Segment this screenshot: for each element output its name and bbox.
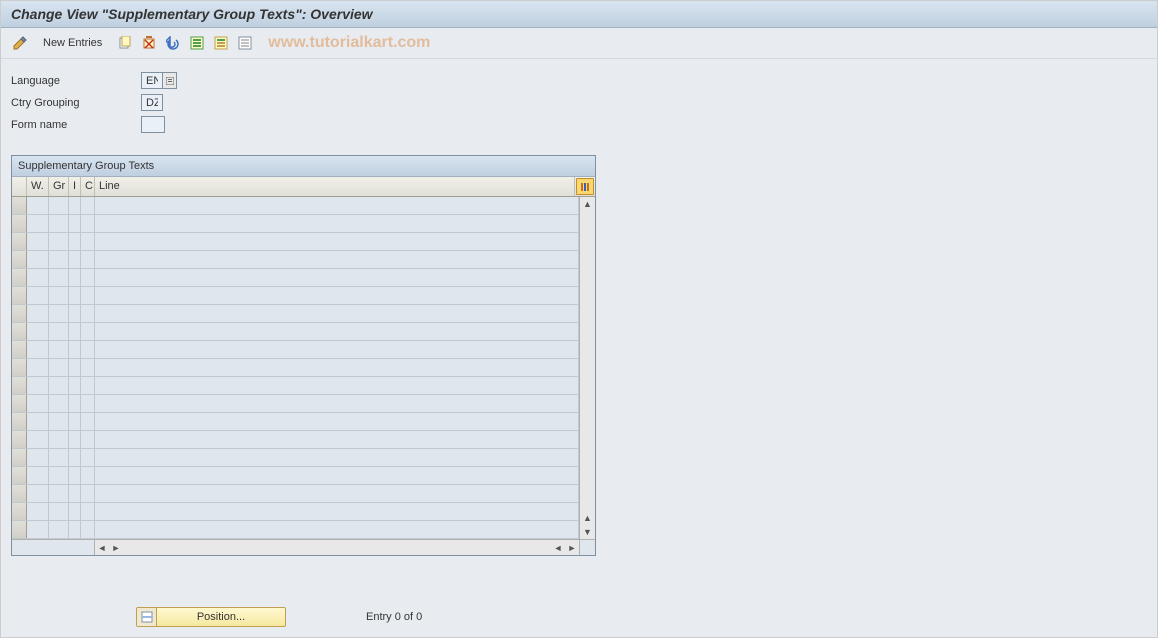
page-title: Change View "Supplementary Group Texts":… bbox=[1, 1, 1157, 28]
ctry-grouping-field[interactable] bbox=[141, 94, 163, 111]
table-row[interactable] bbox=[12, 377, 579, 395]
copy-as-icon[interactable] bbox=[116, 34, 134, 52]
column-selector[interactable] bbox=[12, 177, 27, 196]
language-label: Language bbox=[11, 75, 141, 87]
row-selector[interactable] bbox=[12, 233, 27, 250]
vertical-scrollbar[interactable]: ▲ ▲ ▼ bbox=[579, 197, 595, 539]
form-area: Language Ctry Grouping Form name bbox=[1, 59, 1157, 155]
row-selector[interactable] bbox=[12, 341, 27, 358]
table-row[interactable] bbox=[12, 269, 579, 287]
language-f4-icon[interactable] bbox=[163, 72, 177, 89]
row-selector[interactable] bbox=[12, 449, 27, 466]
scroll-down-icon[interactable]: ▲ bbox=[580, 511, 595, 525]
select-block-icon[interactable] bbox=[212, 34, 230, 52]
scroll-up-icon[interactable]: ▲ bbox=[580, 197, 595, 211]
configure-columns-icon[interactable] bbox=[576, 178, 594, 195]
table-row[interactable] bbox=[12, 287, 579, 305]
footer: Position... Entry 0 of 0 bbox=[1, 607, 1157, 627]
position-button-label: Position... bbox=[157, 611, 285, 623]
table-row[interactable] bbox=[12, 215, 579, 233]
table-row[interactable] bbox=[12, 413, 579, 431]
table-row[interactable] bbox=[12, 521, 579, 539]
row-selector[interactable] bbox=[12, 215, 27, 232]
table-title: Supplementary Group Texts bbox=[12, 156, 595, 177]
table-row[interactable] bbox=[12, 305, 579, 323]
scroll-right-end-icon[interactable]: ► bbox=[565, 543, 579, 553]
table-row[interactable] bbox=[12, 341, 579, 359]
row-selector[interactable] bbox=[12, 323, 27, 340]
table-row[interactable] bbox=[12, 449, 579, 467]
delete-icon[interactable] bbox=[140, 34, 158, 52]
scroll-down-icon2[interactable]: ▼ bbox=[580, 525, 595, 539]
table-header: W. Gr I C Line bbox=[12, 177, 595, 197]
toggle-edit-icon[interactable] bbox=[11, 34, 29, 52]
form-name-label: Form name bbox=[11, 119, 141, 131]
table-row[interactable] bbox=[12, 251, 579, 269]
scroll-right-icon[interactable]: ► bbox=[109, 543, 123, 553]
table-row[interactable] bbox=[12, 431, 579, 449]
scroll-left-end-icon[interactable]: ◄ bbox=[551, 543, 565, 553]
row-selector[interactable] bbox=[12, 251, 27, 268]
row-selector[interactable] bbox=[12, 305, 27, 322]
toolbar: New Entries www.tutorialkart.com bbox=[1, 28, 1157, 59]
column-i[interactable]: I bbox=[69, 177, 81, 196]
language-field[interactable] bbox=[141, 72, 163, 89]
row-selector[interactable] bbox=[12, 413, 27, 430]
row-selector[interactable] bbox=[12, 395, 27, 412]
table-row[interactable] bbox=[12, 503, 579, 521]
row-selector[interactable] bbox=[12, 197, 27, 214]
column-c[interactable]: C bbox=[81, 177, 95, 196]
row-selector[interactable] bbox=[12, 287, 27, 304]
undo-icon[interactable] bbox=[164, 34, 182, 52]
row-selector[interactable] bbox=[12, 269, 27, 286]
table-row[interactable] bbox=[12, 467, 579, 485]
scroll-left-icon[interactable]: ◄ bbox=[95, 543, 109, 553]
table-row[interactable] bbox=[12, 395, 579, 413]
column-w[interactable]: W. bbox=[27, 177, 49, 196]
table-panel: Supplementary Group Texts W. Gr I C Line… bbox=[11, 155, 596, 556]
table-row[interactable] bbox=[12, 485, 579, 503]
column-line[interactable]: Line bbox=[95, 177, 575, 196]
position-button[interactable]: Position... bbox=[136, 607, 286, 627]
new-entries-button[interactable]: New Entries bbox=[35, 35, 110, 51]
deselect-all-icon[interactable] bbox=[236, 34, 254, 52]
row-selector[interactable] bbox=[12, 431, 27, 448]
row-selector[interactable] bbox=[12, 503, 27, 520]
row-selector[interactable] bbox=[12, 485, 27, 502]
row-selector[interactable] bbox=[12, 359, 27, 376]
row-selector[interactable] bbox=[12, 377, 27, 394]
row-selector[interactable] bbox=[12, 521, 27, 538]
table-row[interactable] bbox=[12, 323, 579, 341]
watermark-text: www.tutorialkart.com bbox=[268, 34, 430, 52]
position-icon bbox=[137, 608, 157, 626]
row-selector[interactable] bbox=[12, 467, 27, 484]
ctry-grouping-label: Ctry Grouping bbox=[11, 97, 141, 109]
table-row[interactable] bbox=[12, 233, 579, 251]
table-body: ▲ ▲ ▼ bbox=[12, 197, 595, 539]
entry-count-text: Entry 0 of 0 bbox=[366, 611, 422, 623]
horizontal-scrollbar[interactable]: ◄ ► ◄ ► bbox=[12, 539, 595, 555]
select-all-icon[interactable] bbox=[188, 34, 206, 52]
table-row[interactable] bbox=[12, 197, 579, 215]
table-row[interactable] bbox=[12, 359, 579, 377]
column-gr[interactable]: Gr bbox=[49, 177, 69, 196]
form-name-field[interactable] bbox=[141, 116, 165, 133]
